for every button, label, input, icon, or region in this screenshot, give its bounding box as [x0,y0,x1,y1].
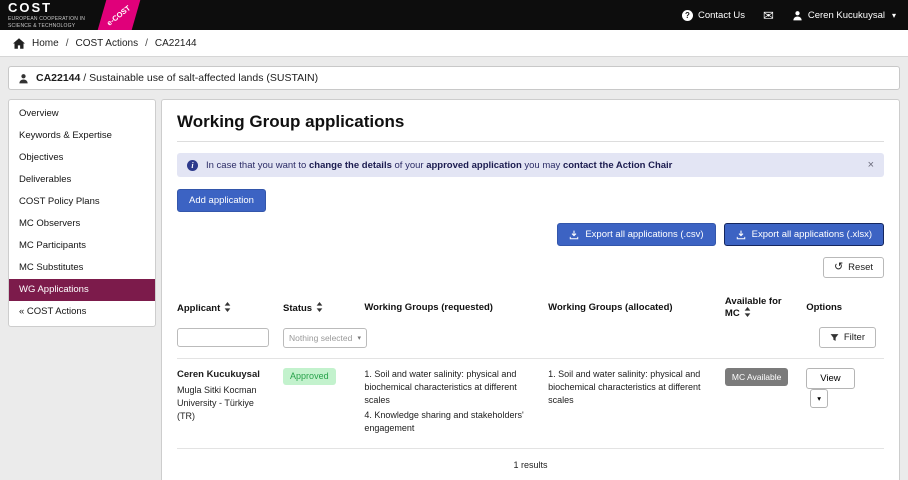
table-filter-row: Nothing selected ▾ Filter [177,325,884,359]
info-alert: i In case that you want to change the de… [177,153,884,177]
caret-down-icon: ▾ [892,11,896,20]
reset-icon: ↺ [834,262,843,273]
main-panel: Working Group applications i In case tha… [161,99,900,480]
view-button[interactable]: View [806,368,854,389]
action-separator: / [80,72,89,84]
col-header-wg-allocated: Working Groups (allocated) [548,291,725,325]
home-icon[interactable] [13,38,25,49]
content-area: Overview Keywords & Expertise Objectives… [8,99,900,480]
breadcrumb-separator: / [66,38,69,49]
info-icon: i [187,160,198,171]
applications-table: Applicant Status Working Groups (request… [177,291,884,449]
export-xlsx-label: Export all applications (.xlsx) [752,229,872,240]
filter-button[interactable]: Filter [819,327,876,348]
mc-available-cell: MC Available [725,359,806,449]
export-csv-label: Export all applications (.csv) [585,229,703,240]
cost-logo-subtext: EUROPEAN COOPERATION IN SCIENCE & TECHNO… [8,16,86,29]
action-header: CA22144 / Sustainable use of salt-affect… [8,66,900,90]
status-badge: Approved [283,368,336,385]
applicant-name: Ceren Kucukuysal [177,368,273,382]
topbar-right: ? Contact Us ✉ Ceren Kucukuysal ▾ [682,9,896,22]
user-icon [792,10,803,21]
export-row: Export all applications (.csv) Export al… [177,223,884,246]
sort-icon [744,307,751,317]
person-icon [18,73,29,84]
logo-area: COST EUROPEAN COOPERATION IN SCIENCE & T… [8,0,136,30]
alert-text: In case that you want to change the deta… [206,160,858,171]
mc-available-badge: MC Available [725,368,788,386]
action-code: CA22144 [36,72,80,84]
row-options-caret-button[interactable]: ▾ [810,389,828,408]
add-application-label: Add application [189,195,254,206]
applicant-cell: Ceren Kucukuysal Mugla Sitki Kocman Univ… [177,359,283,449]
sidebar-item-objectives[interactable]: Objectives [9,147,155,169]
cost-logo-text: COST [8,1,86,14]
sidebar-item-mc-observers[interactable]: MC Observers [9,213,155,235]
reset-label: Reset [848,262,873,273]
contact-us-label: Contact Us [698,10,745,21]
status-filter-select[interactable]: Nothing selected ▾ [283,328,367,348]
download-icon [569,230,579,240]
sidebar-item-cost-policy-plans[interactable]: COST Policy Plans [9,191,155,213]
results-count: 1 results [177,460,884,470]
status-filter-value: Nothing selected [289,333,352,343]
add-application-button[interactable]: Add application [177,189,266,212]
export-csv-button[interactable]: Export all applications (.csv) [557,223,715,246]
page-title: Working Group applications [177,112,884,142]
table-header-row: Applicant Status Working Groups (request… [177,291,884,325]
col-header-options: Options [806,291,884,325]
applicant-affiliation: Mugla Sitki Kocman University - Türkiye … [177,384,273,423]
user-menu[interactable]: Ceren Kucukuysal ▾ [792,10,896,21]
reset-row: ↺ Reset [177,257,884,278]
sidebar-item-back-cost-actions[interactable]: « COST Actions [9,301,155,323]
col-header-status[interactable]: Status [283,291,364,325]
applicant-filter-input[interactable] [177,328,269,347]
reset-button[interactable]: ↺ Reset [823,257,884,278]
download-icon [736,230,746,240]
breadcrumb-ca22144[interactable]: CA22144 [155,38,197,49]
user-name: Ceren Kucukuysal [808,10,885,21]
breadcrumb-home[interactable]: Home [32,38,59,49]
wg-requested-cell: 1. Soil and water salinity: physical and… [364,359,548,449]
sidebar-item-keywords-expertise[interactable]: Keywords & Expertise [9,125,155,147]
top-bar: COST EUROPEAN COOPERATION IN SCIENCE & T… [0,0,908,30]
sidebar-item-wg-applications[interactable]: WG Applications [9,279,155,301]
wg-requested-item: 4. Knowledge sharing and stakeholders' e… [364,409,538,435]
cost-logo[interactable]: COST EUROPEAN COOPERATION IN SCIENCE & T… [8,0,86,30]
filter-label: Filter [844,332,865,343]
sidebar-item-overview[interactable]: Overview [9,103,155,125]
breadcrumb-separator: / [145,38,148,49]
ecost-ribbon: e-COST [98,0,141,30]
sidebar-item-mc-participants[interactable]: MC Participants [9,235,155,257]
sidebar-item-mc-substitutes[interactable]: MC Substitutes [9,257,155,279]
status-cell: Approved [283,359,364,449]
question-circle-icon: ? [682,10,693,21]
chevron-down-icon: ▾ [358,334,362,342]
ecost-ribbon-label: e-COST [105,3,132,27]
breadcrumb-cost-actions[interactable]: COST Actions [75,38,138,49]
close-icon[interactable]: × [868,159,874,171]
breadcrumb: Home / COST Actions / CA22144 [0,30,908,57]
sidebar-item-deliverables[interactable]: Deliverables [9,169,155,191]
col-header-applicant[interactable]: Applicant [177,291,283,325]
export-xlsx-button[interactable]: Export all applications (.xlsx) [724,223,884,246]
table-row: Ceren Kucukuysal Mugla Sitki Kocman Univ… [177,359,884,449]
filter-icon [830,333,839,342]
col-header-available-for-mc[interactable]: Available for MC [725,291,806,325]
action-title: Sustainable use of salt-affected lands (… [89,72,318,84]
sidebar: Overview Keywords & Expertise Objectives… [8,99,156,327]
wg-requested-item: 1. Soil and water salinity: physical and… [364,368,538,407]
contact-us-link[interactable]: ? Contact Us [682,10,745,21]
wg-allocated-item: 1. Soil and water salinity: physical and… [548,368,715,407]
mail-icon[interactable]: ✉ [763,9,774,22]
sort-icon [224,302,231,312]
options-cell: View▾ [806,359,884,449]
wg-allocated-cell: 1. Soil and water salinity: physical and… [548,359,725,449]
sort-icon [316,302,323,312]
col-header-wg-requested: Working Groups (requested) [364,291,548,325]
